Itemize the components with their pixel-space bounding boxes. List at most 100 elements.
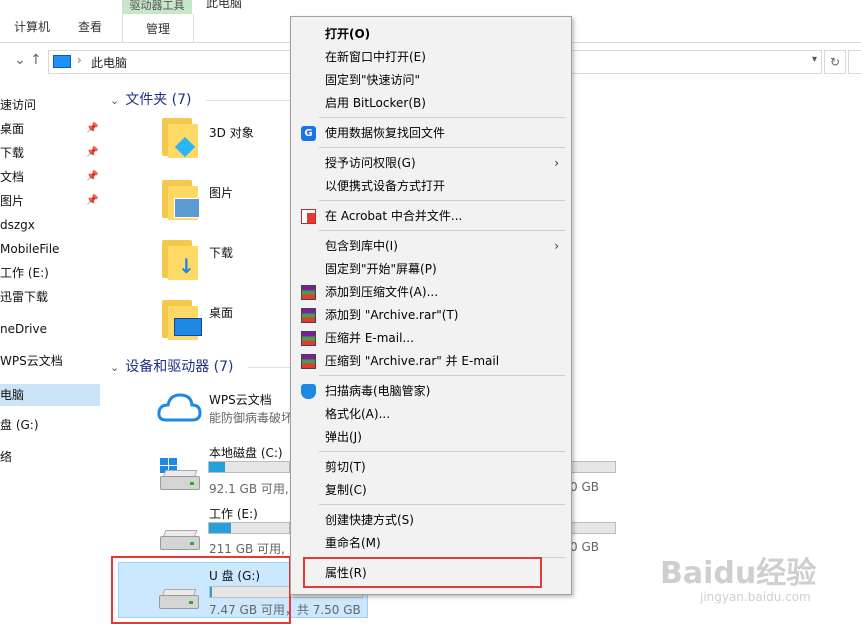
drive-name[interactable]: 本地磁盘 (C:) (209, 444, 283, 461)
drive-usage-fill (209, 462, 225, 472)
sidebar-item-label: 文档 (0, 170, 25, 184)
sidebar-item-documents[interactable]: 文档 📌 (0, 166, 100, 188)
menu-item-open-new-window[interactable]: 在新窗口中打开(E) (291, 46, 571, 68)
menu-item-label: 重命名(M) (325, 536, 381, 550)
menu-item-pin-start[interactable]: 固定到"开始"屏幕(P) (291, 258, 571, 280)
drive-name[interactable]: WPS云文档 (209, 391, 272, 408)
menu-item-label: 启用 BitLocker(B) (325, 96, 426, 110)
folder-label[interactable]: 下载 (209, 244, 233, 261)
sidebar-item-label: 桌面 (0, 122, 25, 136)
sidebar-item-pictures[interactable]: 图片 📌 (0, 190, 100, 212)
sidebar-item-wps-cloud[interactable]: WPS云文档 (0, 350, 100, 372)
sidebar-item-quick-access[interactable]: 速访问 (0, 94, 100, 116)
drive-tools-header: 驱动器工具 (122, 0, 192, 14)
menu-separator (319, 230, 565, 231)
menu-item-compress-rar-email[interactable]: 压缩到 "Archive.rar" 并 E-mail (291, 350, 571, 372)
sidebar-item-mobilefile[interactable]: MobileFile (0, 238, 100, 260)
menu-item-acrobat-combine[interactable]: 在 Acrobat 中合并文件... (291, 205, 571, 227)
acrobat-icon (301, 209, 316, 224)
winrar-icon (301, 331, 316, 346)
sidebar-item-dszgx[interactable]: dszgx (0, 214, 100, 236)
menu-item-label: 打开(O) (325, 27, 371, 41)
menu-item-rename[interactable]: 重命名(M) (291, 532, 571, 554)
sidebar-item-this-pc[interactable]: 电脑 (0, 384, 100, 406)
folder-label[interactable]: 图片 (209, 184, 233, 201)
section-title: 设备和驱动器 (7) (125, 359, 234, 375)
folder-label[interactable]: 桌面 (209, 304, 233, 321)
folders-section-header[interactable]: ⌄ 文件夹 (7) (110, 89, 192, 109)
folder-3d-objects-icon[interactable] (162, 118, 198, 158)
sidebar-item-label: 盘 (G:) (0, 418, 39, 432)
menu-item-label: 格式化(A)... (325, 407, 391, 421)
menu-item-open[interactable]: 打开(O) (291, 23, 571, 45)
folder-pictures-icon[interactable] (162, 180, 200, 220)
watermark-logo: Baidu经验 (660, 556, 817, 591)
drive-subtitle: 能防御病毒破坏 (209, 411, 294, 425)
folder-downloads-icon[interactable]: ↓ (162, 240, 198, 280)
menu-separator (319, 451, 565, 452)
pin-icon: 📌 (86, 123, 99, 134)
menu-item-label: 在新窗口中打开(E) (325, 50, 426, 64)
menu-item-cut[interactable]: 剪切(T) (291, 456, 571, 478)
menu-item-label: 创建快捷方式(S) (325, 513, 414, 527)
menu-item-compress-email[interactable]: 压缩并 E-mail... (291, 327, 571, 349)
menu-item-add-archive[interactable]: 添加到压缩文件(A)... (291, 281, 571, 303)
menu-item-grant-access[interactable]: 授予访问权限(G) › (291, 152, 571, 174)
tab-view[interactable]: 查看 (78, 18, 102, 35)
menu-separator (319, 147, 565, 148)
tab-manage[interactable]: 管理 (122, 14, 194, 42)
menu-item-portable-device[interactable]: 以便携式设备方式打开 (291, 175, 571, 197)
up-arrow-icon[interactable]: ↑ (30, 52, 42, 68)
chevron-right-icon: › (554, 239, 559, 253)
folder-label[interactable]: 3D 对象 (209, 124, 254, 141)
menu-item-bitlocker[interactable]: 启用 BitLocker(B) (291, 92, 571, 114)
sidebar-item-downloads[interactable]: 下载 📌 (0, 142, 100, 164)
menu-item-data-recovery[interactable]: G 使用数据恢复找回文件 (291, 122, 571, 144)
sidebar-item-work-e[interactable]: 工作 (E:) (0, 262, 100, 284)
sidebar-item-desktop[interactable]: 桌面 📌 (0, 118, 100, 140)
menu-item-label: 压缩到 "Archive.rar" 并 E-mail (325, 354, 500, 368)
drive-usage-fill (209, 523, 232, 533)
menu-item-include-library[interactable]: 包含到库中(I) › (291, 235, 571, 257)
drive-usage-bar (208, 522, 290, 534)
drive-total-space: 0 GB (570, 480, 599, 494)
drive-total-space: 0 GB (570, 540, 599, 554)
menu-item-format[interactable]: 格式化(A)... (291, 403, 571, 425)
sidebar-item-label: 下载 (0, 146, 25, 160)
sidebar-item-label: 迅雷下载 (0, 290, 49, 304)
sidebar-item-onedrive[interactable]: neDrive (0, 318, 100, 340)
menu-item-add-archive-rar[interactable]: 添加到 "Archive.rar"(T) (291, 304, 571, 326)
menu-item-label: 固定到"开始"屏幕(P) (325, 262, 437, 276)
winrar-icon (301, 285, 316, 300)
tab-computer[interactable]: 计算机 (14, 18, 50, 35)
chevron-down-icon: ⌄ (110, 361, 120, 374)
menu-item-eject[interactable]: 弹出(J) (291, 426, 571, 448)
chevron-down-icon: ⌄ (110, 94, 120, 107)
chevron-down-icon[interactable]: ▾ (812, 54, 817, 65)
folder-desktop-icon[interactable] (162, 300, 202, 340)
menu-item-label: 压缩并 E-mail... (325, 331, 414, 345)
windows-drive-icon[interactable] (158, 458, 202, 490)
menu-item-label: 复制(C) (325, 483, 367, 497)
menu-item-create-shortcut[interactable]: 创建快捷方式(S) (291, 509, 571, 531)
menu-separator (319, 117, 565, 118)
sidebar-item-thunder-downloads[interactable]: 迅雷下载 (0, 286, 100, 308)
hard-drive-icon[interactable] (160, 530, 200, 552)
drive-name[interactable]: 工作 (E:) (209, 505, 258, 522)
sidebar-item-usb-g[interactable]: 盘 (G:) (0, 414, 100, 436)
pin-icon: 📌 (86, 171, 99, 182)
breadcrumb[interactable]: 此电脑 (91, 54, 127, 71)
sidebar-item-network[interactable]: 络 (0, 446, 100, 468)
search-input[interactable] (848, 50, 861, 74)
sidebar-item-label: 速访问 (0, 98, 37, 112)
drive-free-space: 92.1 GB 可用, (209, 482, 289, 496)
refresh-icon[interactable]: ↻ (824, 50, 846, 74)
chevron-down-icon[interactable]: ⌄ (14, 52, 26, 68)
devices-section-header[interactable]: ⌄ 设备和驱动器 (7) (110, 356, 234, 376)
menu-item-pin-quick-access[interactable]: 固定到"快速访问" (291, 69, 571, 91)
menu-item-label: 使用数据恢复找回文件 (325, 126, 446, 140)
cloud-icon[interactable] (156, 390, 202, 424)
menu-item-copy[interactable]: 复制(C) (291, 479, 571, 501)
menu-item-scan-virus[interactable]: 扫描病毒(电脑管家) (291, 380, 571, 402)
drive-usage-bar-remainder (570, 461, 616, 473)
